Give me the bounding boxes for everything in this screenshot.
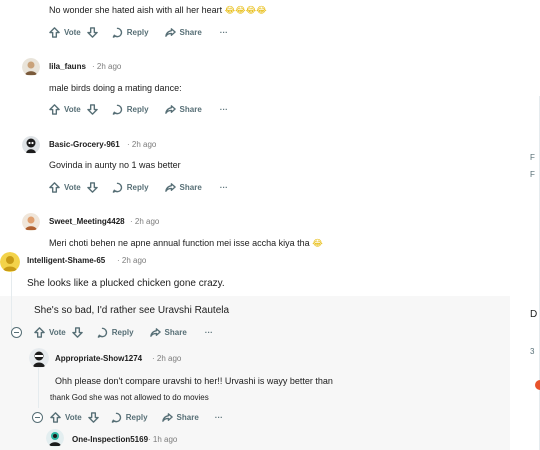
upvote-button[interactable]: Vote [49,26,81,38]
downvote-button[interactable] [87,411,99,423]
reply-button[interactable]: Reply [112,104,149,115]
reply-button[interactable]: Reply [111,412,148,423]
comment-text: male birds doing a mating dance: [49,83,182,93]
share-icon [149,327,161,337]
share-button[interactable]: Share [164,104,202,115]
timestamp[interactable]: · 2h ago [92,62,121,71]
reply-icon [97,327,107,338]
downvote-icon [87,411,99,423]
upvote-button[interactable]: Vote [49,181,81,193]
share-button[interactable]: Share [164,182,202,193]
share-button[interactable]: Share [149,327,187,338]
downvote-button[interactable] [86,103,98,115]
downvote-button[interactable] [86,181,98,193]
upvote-icon [50,411,61,423]
timestamp[interactable]: · 1h ago [148,435,177,444]
comment-actions: Vote Reply Share ··· [49,25,228,39]
notification-dot [535,380,540,390]
comment-text: Govinda in aunty no 1 was better [49,160,181,170]
avatar[interactable] [22,58,40,76]
upvote-button[interactable]: Vote [49,103,81,115]
comment-text: No wonder she hated aish with all her he… [49,5,267,15]
share-icon [164,182,176,192]
username[interactable]: Basic-Grocery-961 [49,140,120,149]
comment-text: She looks like a plucked chicken gone cr… [27,278,225,289]
thread-line [38,368,39,408]
more-options-button[interactable]: ··· [220,28,228,37]
highlighted-thread [0,296,510,450]
downvote-button[interactable] [86,26,98,38]
avatar[interactable] [22,213,40,231]
sidebar-fragment: D [530,309,538,320]
reply-button[interactable]: Reply [97,327,134,338]
thread-line [11,272,12,332]
avatar[interactable] [22,136,40,154]
timestamp[interactable]: · 2h ago [117,256,146,265]
share-icon [164,27,176,37]
username[interactable]: Sweet_Meeting4428 [49,217,125,226]
avatar[interactable] [29,348,49,368]
comment-actions: Vote Reply Share ··· [50,410,223,424]
upvote-icon [49,181,60,193]
reply-button[interactable]: Reply [112,182,149,193]
timestamp[interactable]: · 2h ago [130,217,159,226]
username[interactable]: One-Inspection5169 [72,435,148,444]
username[interactable]: lila_fauns [49,62,86,71]
comment-text: Ohh please don't compare uravshi to her!… [55,376,333,386]
upvote-icon [49,26,60,38]
share-button[interactable]: Share [161,412,199,423]
more-options-button[interactable]: ··· [220,105,228,114]
reply-button[interactable]: Reply [112,27,149,38]
upvote-icon [49,103,60,115]
share-icon [161,412,173,422]
comment-actions: Vote Reply Share ··· [49,102,228,116]
comment-text: Meri choti behen ne apne annual function… [49,238,323,248]
reply-icon [111,412,121,423]
comment-actions: Vote Reply Share ··· [34,325,213,339]
comment-text: She's so bad, I'd rather see Uravshi Rau… [34,305,230,316]
reply-icon [112,182,122,193]
downvote-icon [71,326,83,338]
upvote-button[interactable]: Vote [34,326,66,338]
more-options-button[interactable]: ··· [215,413,223,422]
comment-text: thank God she was not allowed to do movi… [50,393,209,402]
username[interactable]: Intelligent-Shame-65 [27,256,105,265]
reply-icon [112,27,122,38]
more-options-button[interactable]: ··· [205,328,213,337]
sidebar-fragment: F [530,170,535,179]
collapse-thread-button[interactable] [11,327,22,338]
share-button[interactable]: Share [164,27,202,38]
avatar[interactable] [46,429,64,447]
timestamp[interactable]: · 2h ago [127,140,156,149]
downvote-icon [86,103,98,115]
upvote-icon [34,326,45,338]
timestamp[interactable]: · 2h ago [152,354,181,363]
reply-icon [112,104,122,115]
sidebar-fragment: 3 [530,347,535,356]
downvote-button[interactable] [71,326,83,338]
sidebar-fragment: F [530,153,535,162]
upvote-button[interactable]: Vote [50,411,82,423]
comment-actions: Vote Reply Share ··· [49,180,228,194]
downvote-icon [86,26,98,38]
username[interactable]: Appropriate-Show1274 [55,354,142,363]
more-options-button[interactable]: ··· [220,183,228,192]
downvote-icon [86,181,98,193]
avatar[interactable] [0,252,20,272]
share-icon [164,104,176,114]
collapse-thread-button[interactable] [32,412,43,423]
